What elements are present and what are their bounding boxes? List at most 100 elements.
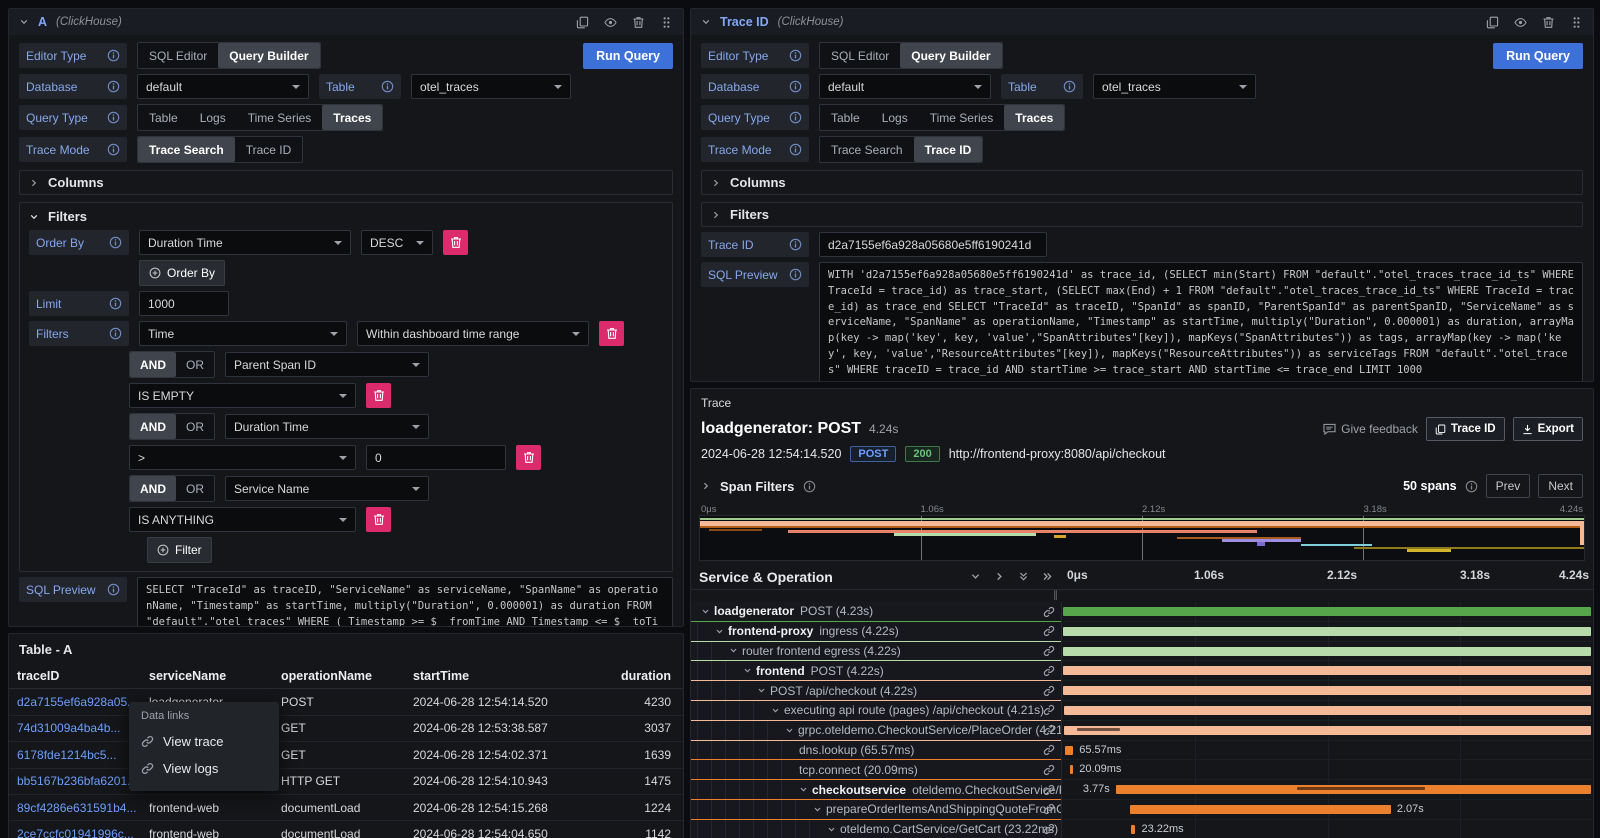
column-resize-handle[interactable]: ∥ xyxy=(1053,590,1058,601)
give-feedback-button[interactable]: Give feedback xyxy=(1323,422,1418,436)
table-select[interactable]: otel_traces xyxy=(1093,74,1256,99)
chevron-right-icon[interactable] xyxy=(701,481,711,491)
duplicate-icon[interactable] xyxy=(1486,16,1499,29)
span-filters-label[interactable]: Span Filters xyxy=(720,479,794,494)
link-icon[interactable] xyxy=(1043,744,1055,756)
info-icon[interactable] xyxy=(803,480,816,493)
panel-header-trace-id[interactable]: Trace ID (ClickHouse) xyxy=(691,9,1593,35)
database-select[interactable]: default xyxy=(819,74,991,99)
run-query-button[interactable]: Run Query xyxy=(583,43,673,69)
span-bar[interactable] xyxy=(1063,607,1592,616)
or-option[interactable]: OR xyxy=(176,476,214,501)
query-builder-option[interactable]: Query Builder xyxy=(900,43,1001,68)
prev-button[interactable]: Prev xyxy=(1486,474,1531,498)
span-row[interactable]: tcp.connect (20.09ms) 20.09ms xyxy=(691,760,1593,780)
query-type-logs[interactable]: Logs xyxy=(871,105,919,130)
trace-id-option[interactable]: Trace ID xyxy=(914,137,983,162)
span-row[interactable]: frontend-proxy ingress (4.22s) xyxy=(691,622,1593,642)
trash-icon[interactable] xyxy=(632,16,645,29)
condition-field-select[interactable]: Parent Span ID xyxy=(225,352,429,377)
span-row[interactable]: POST /api/checkout (4.22s) xyxy=(691,681,1593,701)
info-icon[interactable] xyxy=(107,583,120,596)
col-servicename[interactable]: serviceName xyxy=(149,669,281,683)
drag-handle-icon[interactable] xyxy=(660,16,673,29)
condition-operator-select[interactable]: IS EMPTY xyxy=(129,383,356,408)
span-bar[interactable] xyxy=(1064,706,1591,715)
info-icon[interactable] xyxy=(107,80,120,93)
condition-field-select[interactable]: Duration Time xyxy=(225,414,429,439)
info-icon[interactable] xyxy=(107,49,120,62)
add-order-by-button[interactable]: Order By xyxy=(139,260,225,286)
span-bar[interactable] xyxy=(1070,765,1074,774)
sql-editor-option[interactable]: SQL Editor xyxy=(820,43,900,68)
query-type-logs[interactable]: Logs xyxy=(189,105,237,130)
span-bar[interactable] xyxy=(1063,647,1592,656)
span-row[interactable]: dns.lookup (65.57ms) 65.57ms xyxy=(691,741,1593,761)
chevron-down-icon[interactable] xyxy=(813,805,822,814)
span-row[interactable]: oteldemo.CartService/GetCart (23.22ms) 2… xyxy=(691,820,1593,838)
and-option[interactable]: AND xyxy=(130,476,176,501)
double-chevron-down-icon[interactable] xyxy=(1018,571,1029,582)
eye-icon[interactable] xyxy=(1514,16,1527,29)
trace-id-link[interactable]: 89cf4286e631591b4... xyxy=(17,801,149,815)
condition-field-select[interactable]: Service Name xyxy=(225,476,429,501)
info-icon[interactable] xyxy=(381,80,394,93)
condition-operator-select[interactable]: > xyxy=(129,445,356,470)
info-icon[interactable] xyxy=(109,236,122,249)
chevron-right-icon[interactable] xyxy=(994,571,1005,582)
limit-input[interactable] xyxy=(139,291,229,316)
span-row[interactable]: router frontend egress (4.22s) xyxy=(691,642,1593,662)
chevron-down-icon[interactable] xyxy=(785,726,794,735)
query-type-timeseries[interactable]: Time Series xyxy=(919,105,1005,130)
double-chevron-right-icon[interactable] xyxy=(1042,571,1053,582)
span-row[interactable]: frontend POST (4.22s) xyxy=(691,661,1593,681)
trace-search-option[interactable]: Trace Search xyxy=(820,137,914,162)
table-panel-title[interactable]: Table - A xyxy=(9,634,683,663)
columns-section[interactable]: Columns xyxy=(701,170,1583,195)
trace-panel-title[interactable]: Trace xyxy=(691,389,1593,415)
chevron-down-icon[interactable] xyxy=(827,825,836,834)
panel-header-a[interactable]: A (ClickHouse) xyxy=(9,9,683,35)
trace-id-copy-button[interactable]: Trace ID xyxy=(1426,417,1505,441)
filters-section-header[interactable]: Filters xyxy=(29,209,663,224)
query-type-table[interactable]: Table xyxy=(138,105,189,130)
and-option[interactable]: AND xyxy=(130,352,176,377)
col-starttime[interactable]: startTime xyxy=(413,669,593,683)
query-type-table[interactable]: Table xyxy=(820,105,871,130)
duplicate-icon[interactable] xyxy=(576,16,589,29)
span-bar[interactable] xyxy=(1116,785,1592,794)
info-icon[interactable] xyxy=(107,111,120,124)
link-icon[interactable] xyxy=(1043,823,1055,835)
chevron-down-icon[interactable] xyxy=(799,785,808,794)
chevron-down-icon[interactable] xyxy=(970,571,981,582)
remove-condition-button[interactable] xyxy=(516,445,541,470)
remove-filter-button[interactable] xyxy=(599,321,624,346)
export-button[interactable]: Export xyxy=(1513,417,1583,441)
filters-section[interactable]: Filters xyxy=(701,202,1583,227)
and-option[interactable]: AND xyxy=(130,414,176,439)
chevron-down-icon[interactable] xyxy=(701,607,710,616)
span-bar[interactable] xyxy=(1063,686,1592,695)
filter-value-select[interactable]: Within dashboard time range xyxy=(357,321,589,346)
span-row[interactable]: prepareOrderItemsAndShippingQuoteFromCar… xyxy=(691,800,1593,820)
remove-condition-button[interactable] xyxy=(366,383,391,408)
or-option[interactable]: OR xyxy=(176,414,214,439)
table-select[interactable]: otel_traces xyxy=(411,74,571,99)
link-icon[interactable] xyxy=(1043,784,1055,796)
chevron-down-icon[interactable] xyxy=(743,666,752,675)
trace-id-option[interactable]: Trace ID xyxy=(235,137,303,162)
link-icon[interactable] xyxy=(1043,665,1055,677)
span-bar[interactable] xyxy=(1131,825,1135,834)
link-icon[interactable] xyxy=(1043,764,1055,776)
condition-value-input[interactable] xyxy=(366,445,506,470)
filter-field-select[interactable]: Time xyxy=(139,321,347,346)
trace-search-option[interactable]: Trace Search xyxy=(138,137,235,162)
link-icon[interactable] xyxy=(1043,704,1055,716)
info-icon[interactable] xyxy=(107,143,120,156)
chevron-down-icon[interactable] xyxy=(771,706,780,715)
trace-minimap[interactable]: 0μs 1.06s 2.12s 3.18s 4.24s xyxy=(699,504,1585,561)
collapse-chevron-icon[interactable] xyxy=(701,17,711,27)
chevron-down-icon[interactable] xyxy=(715,627,724,636)
span-bar[interactable] xyxy=(1130,805,1391,814)
span-bar[interactable] xyxy=(1063,666,1592,675)
